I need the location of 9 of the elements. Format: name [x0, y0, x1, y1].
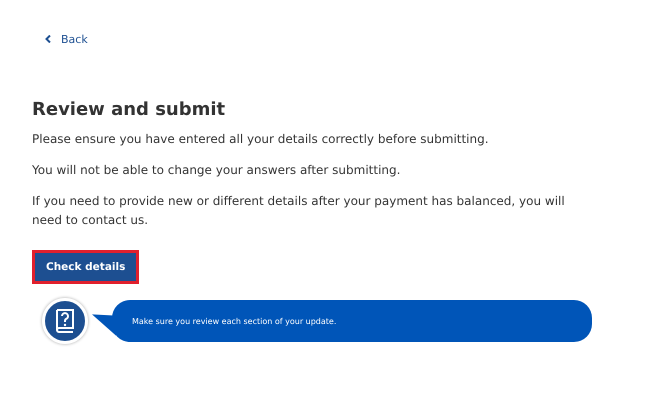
paragraph: Please ensure you have entered all your details correctly before submitting. [32, 131, 490, 148]
paragraph: You will not be able to change your answers after submitting. [32, 162, 402, 179]
help-book-icon [42, 298, 88, 344]
back-link[interactable]: Back [45, 32, 88, 46]
page-heading: Review and submit [32, 99, 226, 120]
help-tip-text: Make sure you review each section of your update. [132, 316, 336, 326]
paragraph: If you need to provide new or different details after your payment has balanced, you will need to contact us. [32, 193, 566, 229]
check-details-button[interactable]: Check details [35, 253, 136, 281]
chevron-left-icon [45, 35, 51, 43]
